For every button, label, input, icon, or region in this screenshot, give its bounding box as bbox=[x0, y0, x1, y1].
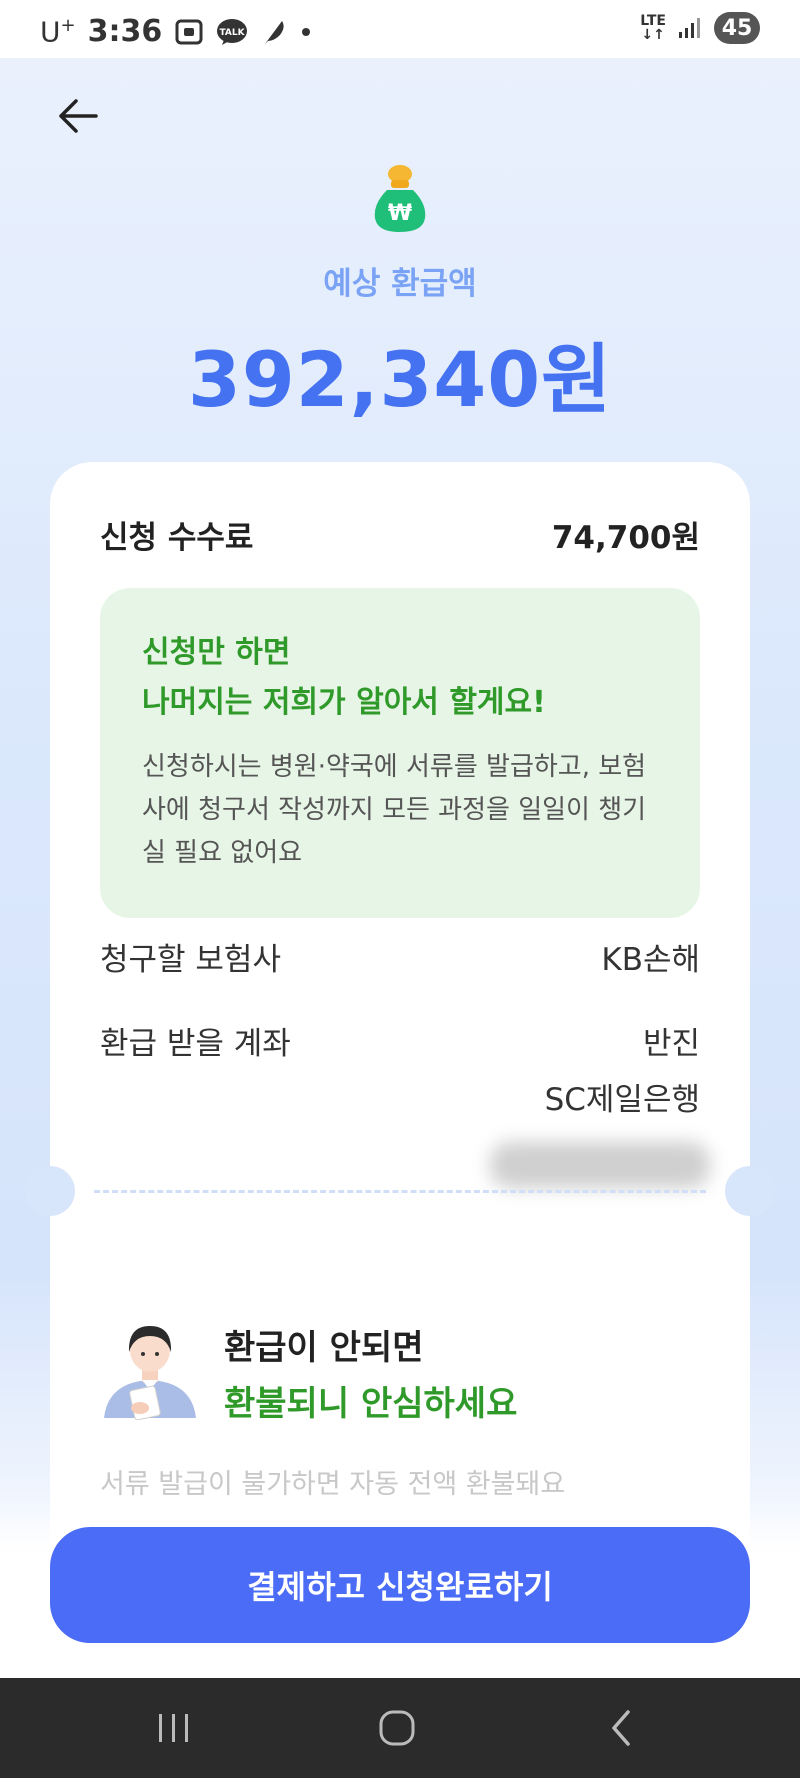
service-info-box: 신청만 하면 나머지는 저희가 알아서 할게요! 신청하시는 병원·약국에 서류… bbox=[100, 588, 700, 918]
carrier-label: U+ bbox=[40, 14, 76, 49]
fee-row: 신청 수수료 74,700원 bbox=[100, 512, 700, 557]
account-row: 환급 받을 계좌 반진 bbox=[100, 1018, 700, 1063]
status-bar: U+ 3:36 TALK LTE ↓↑ 45 bbox=[0, 0, 800, 58]
info-title-line2: 나머지는 저희가 알아서 할게요! bbox=[142, 685, 546, 720]
info-body: 신청하시는 병원·약국에 서류를 발급하고, 보험사에 청구서 작성까지 모든 … bbox=[142, 752, 647, 868]
account-label: 환급 받을 계좌 bbox=[100, 1026, 291, 1062]
svg-text:₩: ₩ bbox=[388, 201, 412, 226]
arrow-left-icon bbox=[59, 99, 98, 133]
chevron-left-icon bbox=[612, 1710, 630, 1746]
info-title: 신청만 하면 나머지는 저희가 알아서 할게요! bbox=[142, 628, 546, 728]
status-right: LTE ↓↑ 45 bbox=[640, 12, 760, 44]
guarantee-description: 서류 발급이 불가하면 자동 전액 환불돼요 bbox=[100, 1469, 566, 1500]
fee-value: 74,700원 bbox=[551, 520, 700, 556]
fee-label: 신청 수수료 bbox=[100, 520, 254, 556]
money-bag-icon: ₩ bbox=[374, 165, 426, 232]
nav-back-button[interactable] bbox=[591, 1703, 651, 1753]
ticket-divider bbox=[94, 1190, 706, 1193]
network-icon: LTE ↓↑ bbox=[640, 13, 666, 43]
svg-text:TALK: TALK bbox=[220, 28, 246, 38]
recent-apps-button[interactable] bbox=[144, 1703, 204, 1753]
system-nav-bar bbox=[0, 1678, 800, 1778]
insurer-row: 청구할 보험사 KB손해 bbox=[100, 934, 700, 979]
expected-refund-amount: 392,340원 bbox=[187, 335, 613, 424]
guarantee-subtitle: 환불되니 안심하세요 bbox=[224, 1384, 518, 1424]
status-time: 3:36 bbox=[87, 14, 163, 49]
dot-icon bbox=[300, 26, 312, 38]
info-title-line1: 신청만 하면 bbox=[142, 635, 291, 670]
insurer-value: KB손해 bbox=[601, 942, 700, 978]
home-button[interactable] bbox=[367, 1703, 427, 1753]
home-icon bbox=[379, 1710, 415, 1746]
signal-icon bbox=[678, 16, 702, 40]
refund-screen: ₩ 예상 환급액 392,340원 신청 수수료 74,700원 신청만 하면 … bbox=[0, 58, 800, 1678]
insurer-label: 청구할 보험사 bbox=[100, 942, 281, 978]
status-left: U+ 3:36 TALK bbox=[40, 14, 312, 49]
recent-apps-icon bbox=[159, 1714, 188, 1742]
feather-icon bbox=[260, 17, 288, 47]
summary-card: 신청 수수료 74,700원 신청만 하면 나머지는 저희가 알아서 할게요! … bbox=[25, 462, 775, 1678]
battery-indicator: 45 bbox=[714, 12, 760, 44]
back-button[interactable] bbox=[50, 88, 106, 144]
account-number-blurred bbox=[490, 1142, 710, 1188]
expected-refund-label: 예상 환급액 bbox=[323, 266, 477, 302]
ticket-notch-left bbox=[25, 1166, 75, 1216]
account-holder: 반진 bbox=[642, 1026, 700, 1062]
pay-and-apply-button[interactable]: 결제하고 신청완료하기 bbox=[50, 1527, 750, 1643]
kakaotalk-icon: TALK bbox=[216, 18, 248, 46]
screenshot-icon bbox=[174, 18, 204, 46]
guarantee-title: 환급이 안되면 bbox=[224, 1328, 424, 1368]
account-bank: SC제일은행 bbox=[544, 1082, 700, 1118]
agent-illustration-icon bbox=[104, 1326, 196, 1420]
ticket-notch-right bbox=[725, 1166, 775, 1216]
